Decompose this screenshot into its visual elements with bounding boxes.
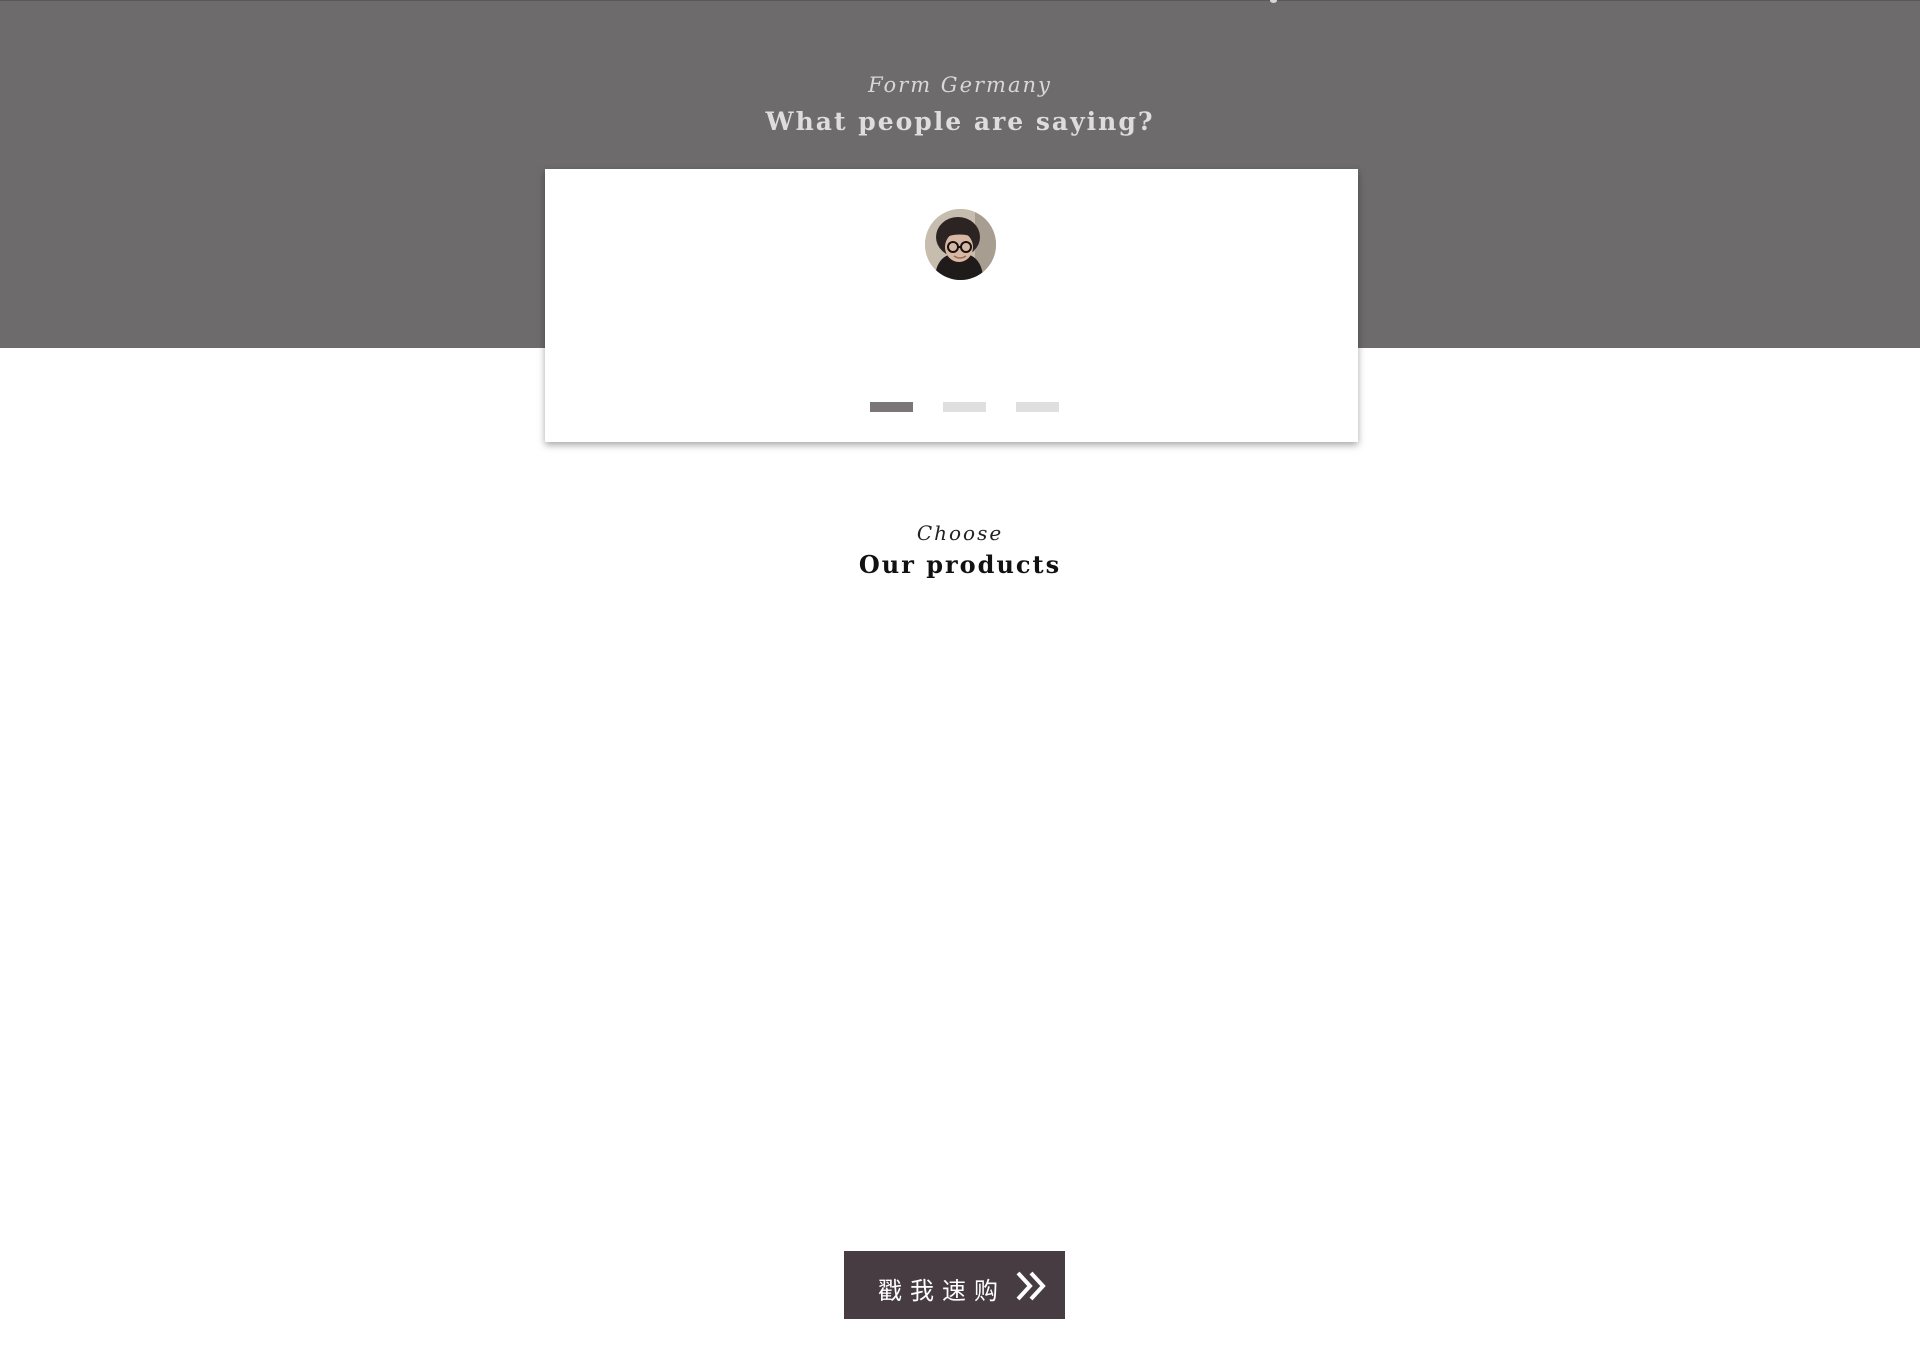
testimonials-heading: What people are saying? — [765, 107, 1155, 136]
avatar — [925, 209, 996, 280]
buy-now-label: 戳我速购 — [878, 1277, 1006, 1305]
buy-now-button[interactable]: 戳我速购 — [844, 1251, 1065, 1319]
carousel-dot-2[interactable] — [943, 402, 986, 412]
testimonial-card — [545, 169, 1358, 442]
cursor-dot — [1270, 0, 1277, 3]
avatar-image — [925, 209, 996, 280]
products-kicker: Choose — [916, 521, 1004, 545]
carousel-dot-1[interactable] — [870, 402, 913, 412]
double-chevron-right-icon — [1016, 1271, 1046, 1301]
testimonials-kicker: Form Germany — [868, 73, 1052, 97]
carousel-dot-3[interactable] — [1016, 402, 1059, 412]
products-heading: Our products — [858, 550, 1062, 579]
